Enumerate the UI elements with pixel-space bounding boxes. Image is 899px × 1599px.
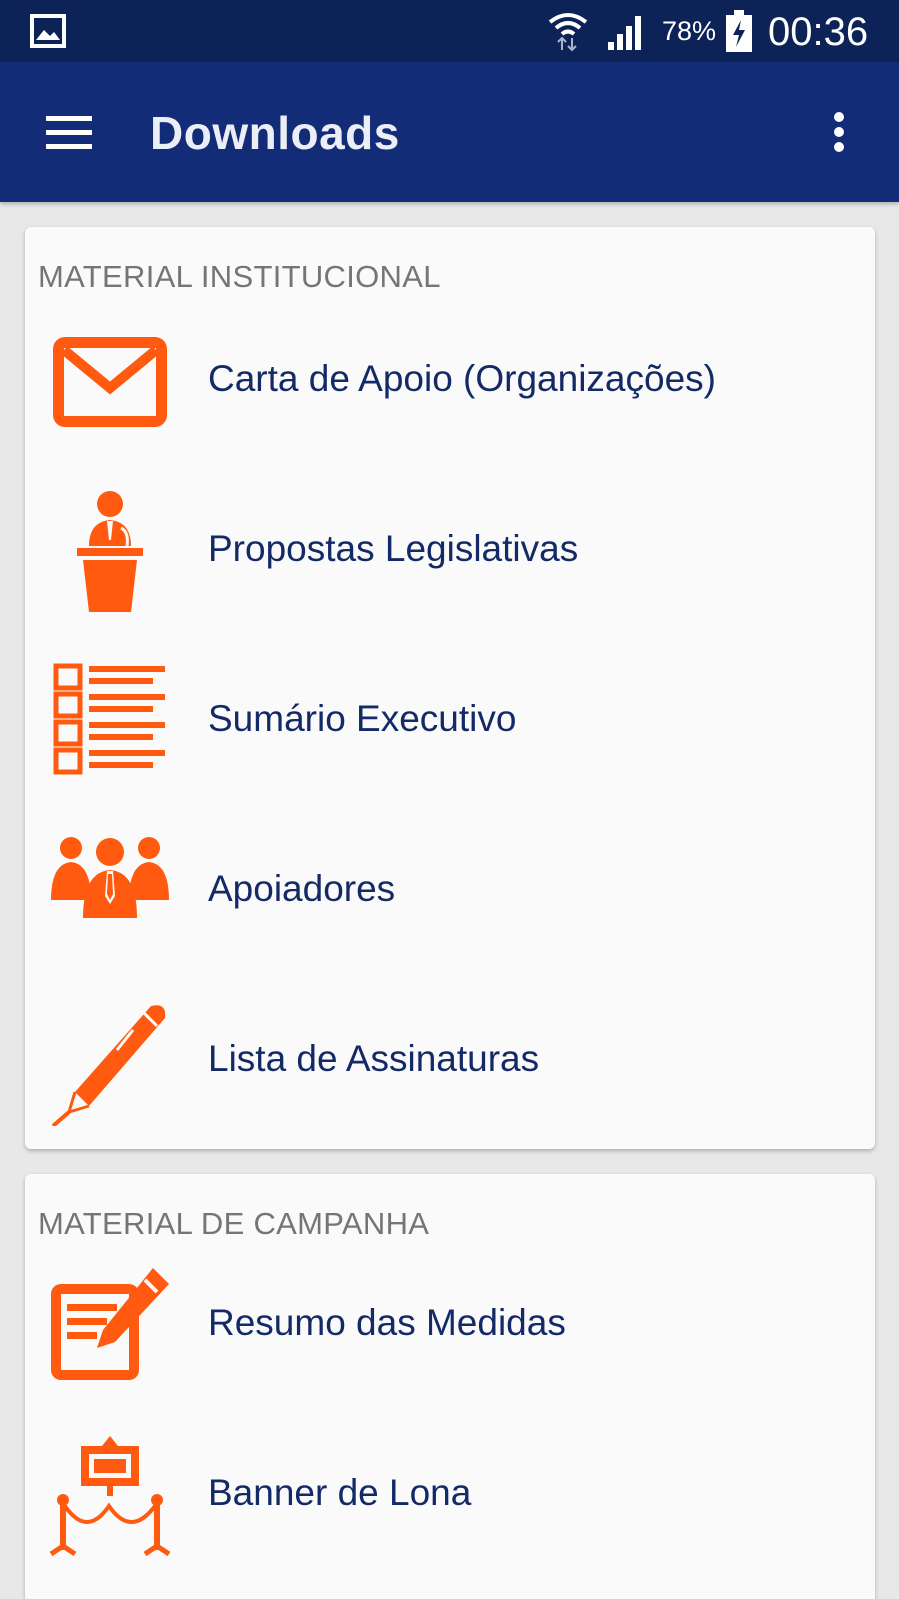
wifi-icon	[548, 13, 588, 52]
item-label: Carta de Apoio (Organizações)	[208, 358, 716, 399]
section-title: MATERIAL DE CAMPANHA	[38, 1206, 430, 1241]
item-label: Banner de Lona	[208, 1472, 472, 1513]
pen-icon	[51, 1005, 166, 1126]
section-card-campanha: MATERIAL DE CAMPANHA Resumo das Medidas	[25, 1174, 875, 1599]
list-item-banner-de-lona[interactable]: Banner de Lona	[25, 1416, 875, 1566]
item-label: Apoiadores	[208, 868, 396, 909]
status-bar: 78% 00:36	[0, 0, 899, 62]
group-people-icon	[51, 837, 169, 918]
app-bar: Downloads	[0, 62, 899, 202]
section-card-institucional: MATERIAL INSTITUCIONAL Carta de Apoio (O…	[25, 227, 875, 1149]
more-vert-icon[interactable]	[818, 102, 862, 162]
clock: 00:36	[768, 10, 869, 54]
banner-stanchion-icon	[49, 1436, 171, 1557]
edit-document-icon	[51, 1268, 169, 1380]
item-label: Propostas Legislativas	[208, 528, 579, 569]
list-item-apoiadores[interactable]: Apoiadores	[25, 812, 875, 962]
envelope-icon	[53, 337, 167, 427]
page-title: Downloads	[150, 107, 400, 159]
list-item-carta-de-apoio[interactable]: Carta de Apoio (Organizações)	[25, 302, 875, 452]
list-item-propostas-legislativas[interactable]: Propostas Legislativas	[25, 472, 875, 622]
battery-percent: 78%	[662, 16, 717, 46]
item-label: Resumo das Medidas	[208, 1302, 566, 1343]
battery-charging-icon	[726, 10, 752, 52]
image-icon	[30, 14, 66, 48]
list-item-lista-de-assinaturas[interactable]: Lista de Assinaturas	[25, 982, 875, 1132]
item-label: Lista de Assinaturas	[208, 1038, 540, 1079]
list-item-resumo-das-medidas[interactable]: Resumo das Medidas	[25, 1246, 875, 1396]
speaker-podium-icon	[77, 491, 143, 612]
signal-icon	[608, 16, 641, 50]
item-label: Sumário Executivo	[208, 698, 517, 739]
section-title: MATERIAL INSTITUCIONAL	[38, 259, 441, 294]
hamburger-menu-icon[interactable]	[30, 104, 110, 160]
checklist-icon	[53, 663, 165, 775]
list-item-sumario-executivo[interactable]: Sumário Executivo	[25, 642, 875, 792]
